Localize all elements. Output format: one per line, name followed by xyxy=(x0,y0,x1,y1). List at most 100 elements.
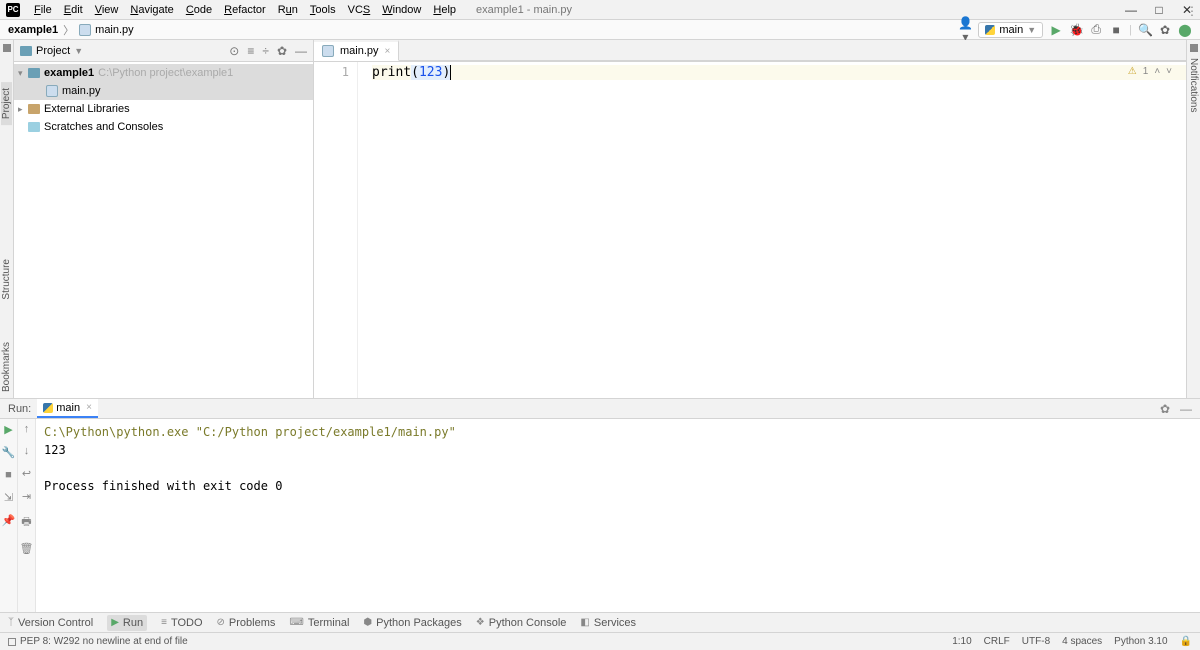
up-icon[interactable]: ↑ xyxy=(24,423,30,435)
menu-code[interactable]: Code xyxy=(182,2,216,18)
console-command: C:\Python\python.exe "C:/Python project/… xyxy=(44,423,1192,441)
tree-root-path: C:\Python project\example1 xyxy=(98,67,233,79)
warning-count: 1 xyxy=(1143,66,1149,77)
tool-version-control[interactable]: ᛉVersion Control xyxy=(8,617,93,629)
status-encoding[interactable]: UTF-8 xyxy=(1022,636,1050,647)
status-line-separator[interactable]: CRLF xyxy=(984,636,1010,647)
code-token-number: 123 xyxy=(419,65,442,80)
tree-external-libraries[interactable]: ▸ External Libraries xyxy=(14,100,313,118)
tool-services[interactable]: ◧Services xyxy=(580,617,636,629)
tree-file-label: main.py xyxy=(62,85,101,97)
app-logo-icon: PC xyxy=(6,3,20,17)
bottom-tool-strip: ᛉVersion Control ▶Run ≡TODO ⊘Problems ⌨T… xyxy=(0,612,1200,632)
project-tree[interactable]: ▾ example1 C:\Python project\example1 ma… xyxy=(14,62,313,398)
close-run-tab-icon[interactable]: × xyxy=(86,402,92,413)
scroll-end-icon[interactable]: ⇥ xyxy=(22,490,31,503)
readonly-lock-icon[interactable]: 🔒 xyxy=(1180,636,1192,647)
editor-area: main.py × ⋮ 1 print(123) ⚠ 1 ˄ ˅ xyxy=(314,40,1186,398)
menu-run[interactable]: Run xyxy=(274,2,302,18)
menu-edit[interactable]: Edit xyxy=(60,2,87,18)
tool-python-packages[interactable]: ⬢Python Packages xyxy=(363,617,461,629)
breadcrumb-file[interactable]: main.py xyxy=(95,24,134,36)
tab-structure[interactable]: Structure xyxy=(1,253,12,306)
soft-wrap-icon[interactable]: ↩ xyxy=(22,467,31,480)
debug-button[interactable]: 🐞 xyxy=(1069,23,1083,37)
status-message: PEP 8: W292 no newline at end of file xyxy=(20,636,188,647)
menu-bar: File Edit View Navigate Code Refactor Ru… xyxy=(30,2,460,18)
minimize-icon[interactable]: — xyxy=(1124,3,1138,17)
menu-view[interactable]: View xyxy=(91,2,123,18)
editor-inspection-widget[interactable]: ⚠ 1 ˄ ˅ xyxy=(1128,66,1172,77)
prev-highlight-icon[interactable]: ˄ xyxy=(1154,66,1160,77)
code-token-paren-close: ) xyxy=(442,65,450,80)
maximize-icon[interactable]: □ xyxy=(1152,3,1166,17)
print-icon[interactable]: 🖶 xyxy=(21,513,31,532)
select-opened-file-icon[interactable]: ⊙ xyxy=(229,44,239,58)
hide-run-panel-icon[interactable]: — xyxy=(1180,402,1192,416)
tree-root-label: example1 xyxy=(44,67,94,79)
tree-file-main[interactable]: main.py xyxy=(14,82,313,100)
window-title: example1 - main.py xyxy=(476,4,572,16)
expand-all-icon[interactable]: ≡ xyxy=(247,44,254,58)
run-console[interactable]: C:\Python\python.exe "C:/Python project/… xyxy=(36,419,1200,612)
run-panel-header: Run: main × ✿ — xyxy=(0,399,1200,419)
status-toggle-icon[interactable] xyxy=(8,638,16,646)
run-settings-icon[interactable]: ✿ xyxy=(1160,402,1170,416)
close-tab-icon[interactable]: × xyxy=(385,46,391,57)
project-view-dropdown[interactable]: ▼ xyxy=(74,46,83,56)
status-interpreter[interactable]: Python 3.10 xyxy=(1114,636,1167,647)
tab-project[interactable]: Project xyxy=(1,82,12,125)
rerun-icon[interactable]: ▶ xyxy=(4,423,12,436)
line-gutter: 1 xyxy=(314,62,358,398)
layout-icon[interactable]: ⇲ xyxy=(4,491,13,504)
console-output: 123 xyxy=(44,441,1192,459)
status-indent[interactable]: 4 spaces xyxy=(1062,636,1102,647)
editor-tab-label: main.py xyxy=(340,45,379,57)
breadcrumb-project[interactable]: example1 xyxy=(8,24,58,36)
collapse-all-icon[interactable]: ÷ xyxy=(262,44,269,58)
menu-file[interactable]: File xyxy=(30,2,56,18)
tool-problems[interactable]: ⊘Problems xyxy=(217,617,276,629)
run-config-selector[interactable]: main ▼ xyxy=(978,22,1043,38)
tab-bookmarks[interactable]: Bookmarks xyxy=(1,336,12,398)
next-highlight-icon[interactable]: ˅ xyxy=(1166,66,1172,77)
tool-todo[interactable]: ≡TODO xyxy=(161,617,202,629)
stop-button[interactable]: ■ xyxy=(1109,23,1123,37)
tab-notifications[interactable]: Notifications xyxy=(1188,52,1199,118)
run-panel-label: Run: xyxy=(8,403,31,415)
pin-icon[interactable]: 📌 xyxy=(2,514,16,527)
settings-icon[interactable]: ✿ xyxy=(1158,23,1172,37)
menu-help[interactable]: Help xyxy=(429,2,460,18)
down-icon[interactable]: ↓ xyxy=(24,445,30,457)
hide-panel-icon[interactable]: — xyxy=(295,44,307,58)
stop-run-icon[interactable]: ■ xyxy=(5,469,12,481)
status-ok-icon[interactable]: ⬤ xyxy=(1178,23,1192,37)
menu-refactor[interactable]: Refactor xyxy=(220,2,270,18)
tree-project-root[interactable]: ▾ example1 C:\Python project\example1 xyxy=(14,64,313,82)
coverage-icon[interactable]: ⎙ xyxy=(1089,22,1103,37)
editor-tab-main[interactable]: main.py × xyxy=(314,40,399,61)
tree-scratches[interactable]: Scratches and Consoles xyxy=(14,118,313,136)
menu-window[interactable]: Window xyxy=(378,2,425,18)
tool-python-console[interactable]: ❖Python Console xyxy=(476,617,567,629)
tool-terminal[interactable]: ⌨Terminal xyxy=(289,617,349,629)
search-everywhere-icon[interactable]: 🔍 xyxy=(1138,23,1152,37)
menu-vcs[interactable]: VCS xyxy=(344,2,375,18)
editor-more-icon[interactable]: ⋮ xyxy=(1186,4,1198,18)
wrench-icon[interactable]: 🔧 xyxy=(2,446,16,459)
breadcrumb[interactable]: example1 〉 main.py xyxy=(8,22,134,38)
notifications-tool-icon[interactable] xyxy=(1190,44,1198,52)
python-file-icon xyxy=(322,45,334,57)
code-editor[interactable]: 1 print(123) ⚠ 1 ˄ ˅ xyxy=(314,62,1186,398)
project-tool-icon[interactable] xyxy=(3,44,11,52)
text-caret xyxy=(450,65,451,80)
run-tab-main[interactable]: main × xyxy=(37,399,98,418)
tool-run[interactable]: ▶Run xyxy=(107,615,147,631)
panel-settings-icon[interactable]: ✿ xyxy=(277,44,287,58)
clear-icon[interactable]: 🗑 xyxy=(20,542,34,555)
python-file-icon xyxy=(79,24,91,36)
status-caret-position[interactable]: 1:10 xyxy=(952,636,971,647)
menu-navigate[interactable]: Navigate xyxy=(126,2,177,18)
menu-tools[interactable]: Tools xyxy=(306,2,340,18)
run-button[interactable]: ▶ xyxy=(1049,23,1063,37)
